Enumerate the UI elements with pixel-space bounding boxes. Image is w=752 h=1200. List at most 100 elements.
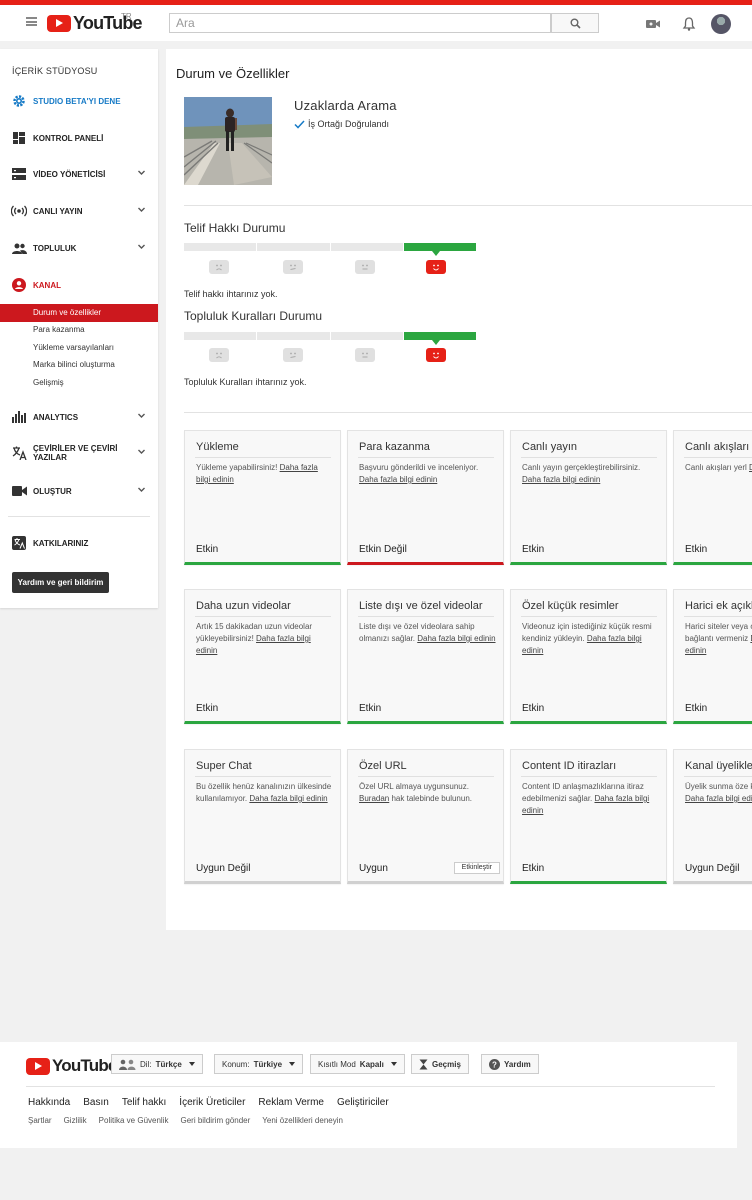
footer-link-policy-safety[interactable]: Politika ve Güvenlik: [99, 1116, 169, 1125]
sidebar-item-create[interactable]: OLUŞTUR: [0, 480, 158, 502]
sidebar-item-translations[interactable]: ÇEVİRİLER VE ÇEVİRİ YAZILAR: [0, 442, 158, 464]
chevron-down-icon[interactable]: [137, 447, 146, 456]
sidebar-item-dashboard[interactable]: KONTROL PANELİ: [0, 127, 158, 149]
chevron-down-icon[interactable]: [137, 168, 146, 177]
learn-more-link[interactable]: Buradan: [359, 794, 389, 803]
sidebar-item-label: KANAL: [33, 280, 61, 290]
sidebar-item-studio-beta[interactable]: STUDIO BETA'YI DENE: [0, 90, 158, 112]
page-title: Durum ve Özellikler: [176, 66, 290, 81]
feature-card-title: Para kazanma: [359, 441, 430, 453]
upload-video-icon[interactable]: [645, 16, 661, 32]
feature-card-title: Özel küçük resimler: [522, 600, 619, 612]
account-icon: [11, 277, 27, 293]
help-button[interactable]: ? Yardım: [481, 1054, 539, 1074]
sidebar: İÇERİK STÜDYOSU STUDIO BETA'YI DENE KONT…: [0, 49, 158, 608]
sidebar-item-analytics[interactable]: ANALYTICS: [0, 406, 158, 428]
footer-link-developers[interactable]: Geliştiriciler: [337, 1097, 389, 1108]
footer-youtube-logo[interactable]: YouTube: [26, 1056, 117, 1076]
location-value: Türkiye: [253, 1059, 283, 1069]
sidebar-subitem-upload-defaults[interactable]: Yükleme varsayılanları: [0, 339, 158, 357]
partner-verified-status: İş Ortağı Doğrulandı: [294, 119, 389, 129]
feature-card: Liste dışı ve özel videolar Liste dışı ve…: [347, 589, 504, 724]
feature-card-description: Content ID anlaşmazlıklarına itiraz edeb…: [522, 781, 659, 817]
footer-link-press[interactable]: Basın: [83, 1097, 109, 1108]
happy-face-icon: [426, 260, 446, 274]
chevron-down-icon[interactable]: [137, 485, 146, 494]
feature-card-divider: [684, 776, 752, 777]
footer-link-about[interactable]: Hakkında: [28, 1097, 70, 1108]
sidebar-item-label: KONTROL PANELİ: [33, 133, 104, 143]
sidebar-item-community[interactable]: TOPLULUK: [0, 237, 158, 259]
youtube-logo[interactable]: YouTube TR: [47, 12, 143, 33]
community-status-meter: [184, 332, 476, 340]
footer-link-terms[interactable]: Şartlar: [28, 1116, 52, 1125]
sidebar-item-label: TOPLULUK: [33, 243, 77, 253]
feature-card-description: Canlı yayın gerçekleştirebilirsiniz. Dah…: [522, 462, 659, 486]
translate-icon: [11, 535, 27, 551]
check-icon: [294, 119, 305, 129]
menu-icon[interactable]: [26, 17, 37, 26]
chevron-down-icon[interactable]: [137, 411, 146, 420]
history-button[interactable]: Geçmiş: [411, 1054, 469, 1074]
restricted-mode-picker[interactable]: Kısıtlı Mod Kapalı: [310, 1054, 405, 1074]
sidebar-subitem-branding[interactable]: Marka bilinci oluşturma: [0, 356, 158, 374]
footer-link-copyright[interactable]: Telif hakkı: [122, 1097, 166, 1108]
learn-more-link[interactable]: Daha fazla bilgi edinin: [249, 794, 327, 803]
footer-link-privacy[interactable]: Gizlilik: [64, 1116, 87, 1125]
caret-down-icon: [289, 1062, 296, 1066]
footer-link-feedback[interactable]: Geri bildirim gönder: [180, 1116, 250, 1125]
feature-card: Harici ek açıklam Harici siteler veya ort…: [673, 589, 752, 724]
restricted-value: Kapalı: [359, 1059, 384, 1069]
chevron-down-icon[interactable]: [137, 205, 146, 214]
language-picker[interactable]: Dil: Türkçe: [111, 1054, 203, 1074]
feature-card-status: Uygun: [359, 863, 388, 874]
feature-card-divider: [358, 616, 494, 617]
enable-button[interactable]: Etkinleştir: [453, 862, 500, 874]
sidebar-subitem-status[interactable]: Durum ve özellikler: [0, 304, 158, 322]
neutral-face-icon: [355, 348, 375, 362]
help-feedback-button[interactable]: Yardım ve geri bildirim: [12, 572, 109, 593]
sidebar-item-video-manager[interactable]: VİDEO YÖNETİCİSİ: [0, 163, 158, 185]
feature-card: Daha uzun videolar Artık 15 dakikadan uzu…: [184, 589, 341, 724]
footer-link-creators[interactable]: İçerik Üreticiler: [179, 1097, 245, 1108]
feature-card-body: Yükleme yapabilirsiniz!: [196, 463, 280, 472]
search-button[interactable]: [551, 13, 599, 33]
sidebar-subitem-advanced[interactable]: Gelişmiş: [0, 374, 158, 392]
country-code: TR: [121, 12, 132, 21]
feature-card-title: Content ID itirazları: [522, 760, 617, 772]
channel-thumbnail[interactable]: [184, 97, 272, 185]
feature-card-status: Etkin: [522, 703, 545, 714]
learn-more-link[interactable]: Daha fazla bilgi edinin: [359, 475, 437, 484]
channel-name[interactable]: Uzaklarda Arama: [294, 98, 397, 113]
sidebar-subitem-monetization[interactable]: Para kazanma: [0, 321, 158, 339]
caret-down-icon: [188, 1062, 195, 1066]
avatar[interactable]: [711, 14, 731, 34]
feature-card-divider: [521, 457, 657, 458]
feature-card: Özel URL Özel URL almaya uygunsunuz. Bura…: [347, 749, 504, 884]
sidebar-item-contributions[interactable]: KATKILARINIZ: [0, 532, 158, 554]
sidebar-item-label: ÇEVİRİLER VE ÇEVİRİ YAZILAR: [33, 444, 118, 462]
chevron-down-icon[interactable]: [137, 242, 146, 251]
neutral-face-icon: [355, 260, 375, 274]
help-label: Yardım: [504, 1059, 531, 1069]
sidebar-item-channel[interactable]: KANAL: [0, 274, 158, 296]
channel-photo: [184, 97, 272, 185]
youtube-play-icon: [26, 1057, 50, 1075]
learn-more-link[interactable]: Daha fazla bilgi edinin: [685, 794, 752, 803]
learn-more-link[interactable]: Daha fazla bilgi edinin: [522, 475, 600, 484]
masthead: YouTube TR Ara: [0, 5, 752, 41]
feature-card-status: Etkin: [522, 544, 545, 555]
footer-primary-links: Hakkında Basın Telif hakkı İçerik Üretic…: [28, 1097, 389, 1108]
feature-card-status: Uygun Değil: [685, 863, 740, 874]
notifications-bell-icon[interactable]: [681, 16, 697, 32]
location-picker[interactable]: Konum: Türkiye: [214, 1054, 304, 1074]
footer-link-advertise[interactable]: Reklam Verme: [258, 1097, 324, 1108]
footer-link-new-features[interactable]: Yeni özellikleri deneyin: [262, 1116, 343, 1125]
feature-card-status: Etkin: [522, 863, 545, 874]
sidebar-item-live[interactable]: CANLI YAYIN: [0, 200, 158, 222]
location-label: Konum:: [222, 1059, 250, 1069]
search-input[interactable]: Ara: [169, 13, 551, 33]
language-value: Türkçe: [155, 1059, 182, 1069]
learn-more-link[interactable]: Daha fazla bilgi edinin: [417, 634, 495, 643]
feature-card-divider: [684, 457, 752, 458]
